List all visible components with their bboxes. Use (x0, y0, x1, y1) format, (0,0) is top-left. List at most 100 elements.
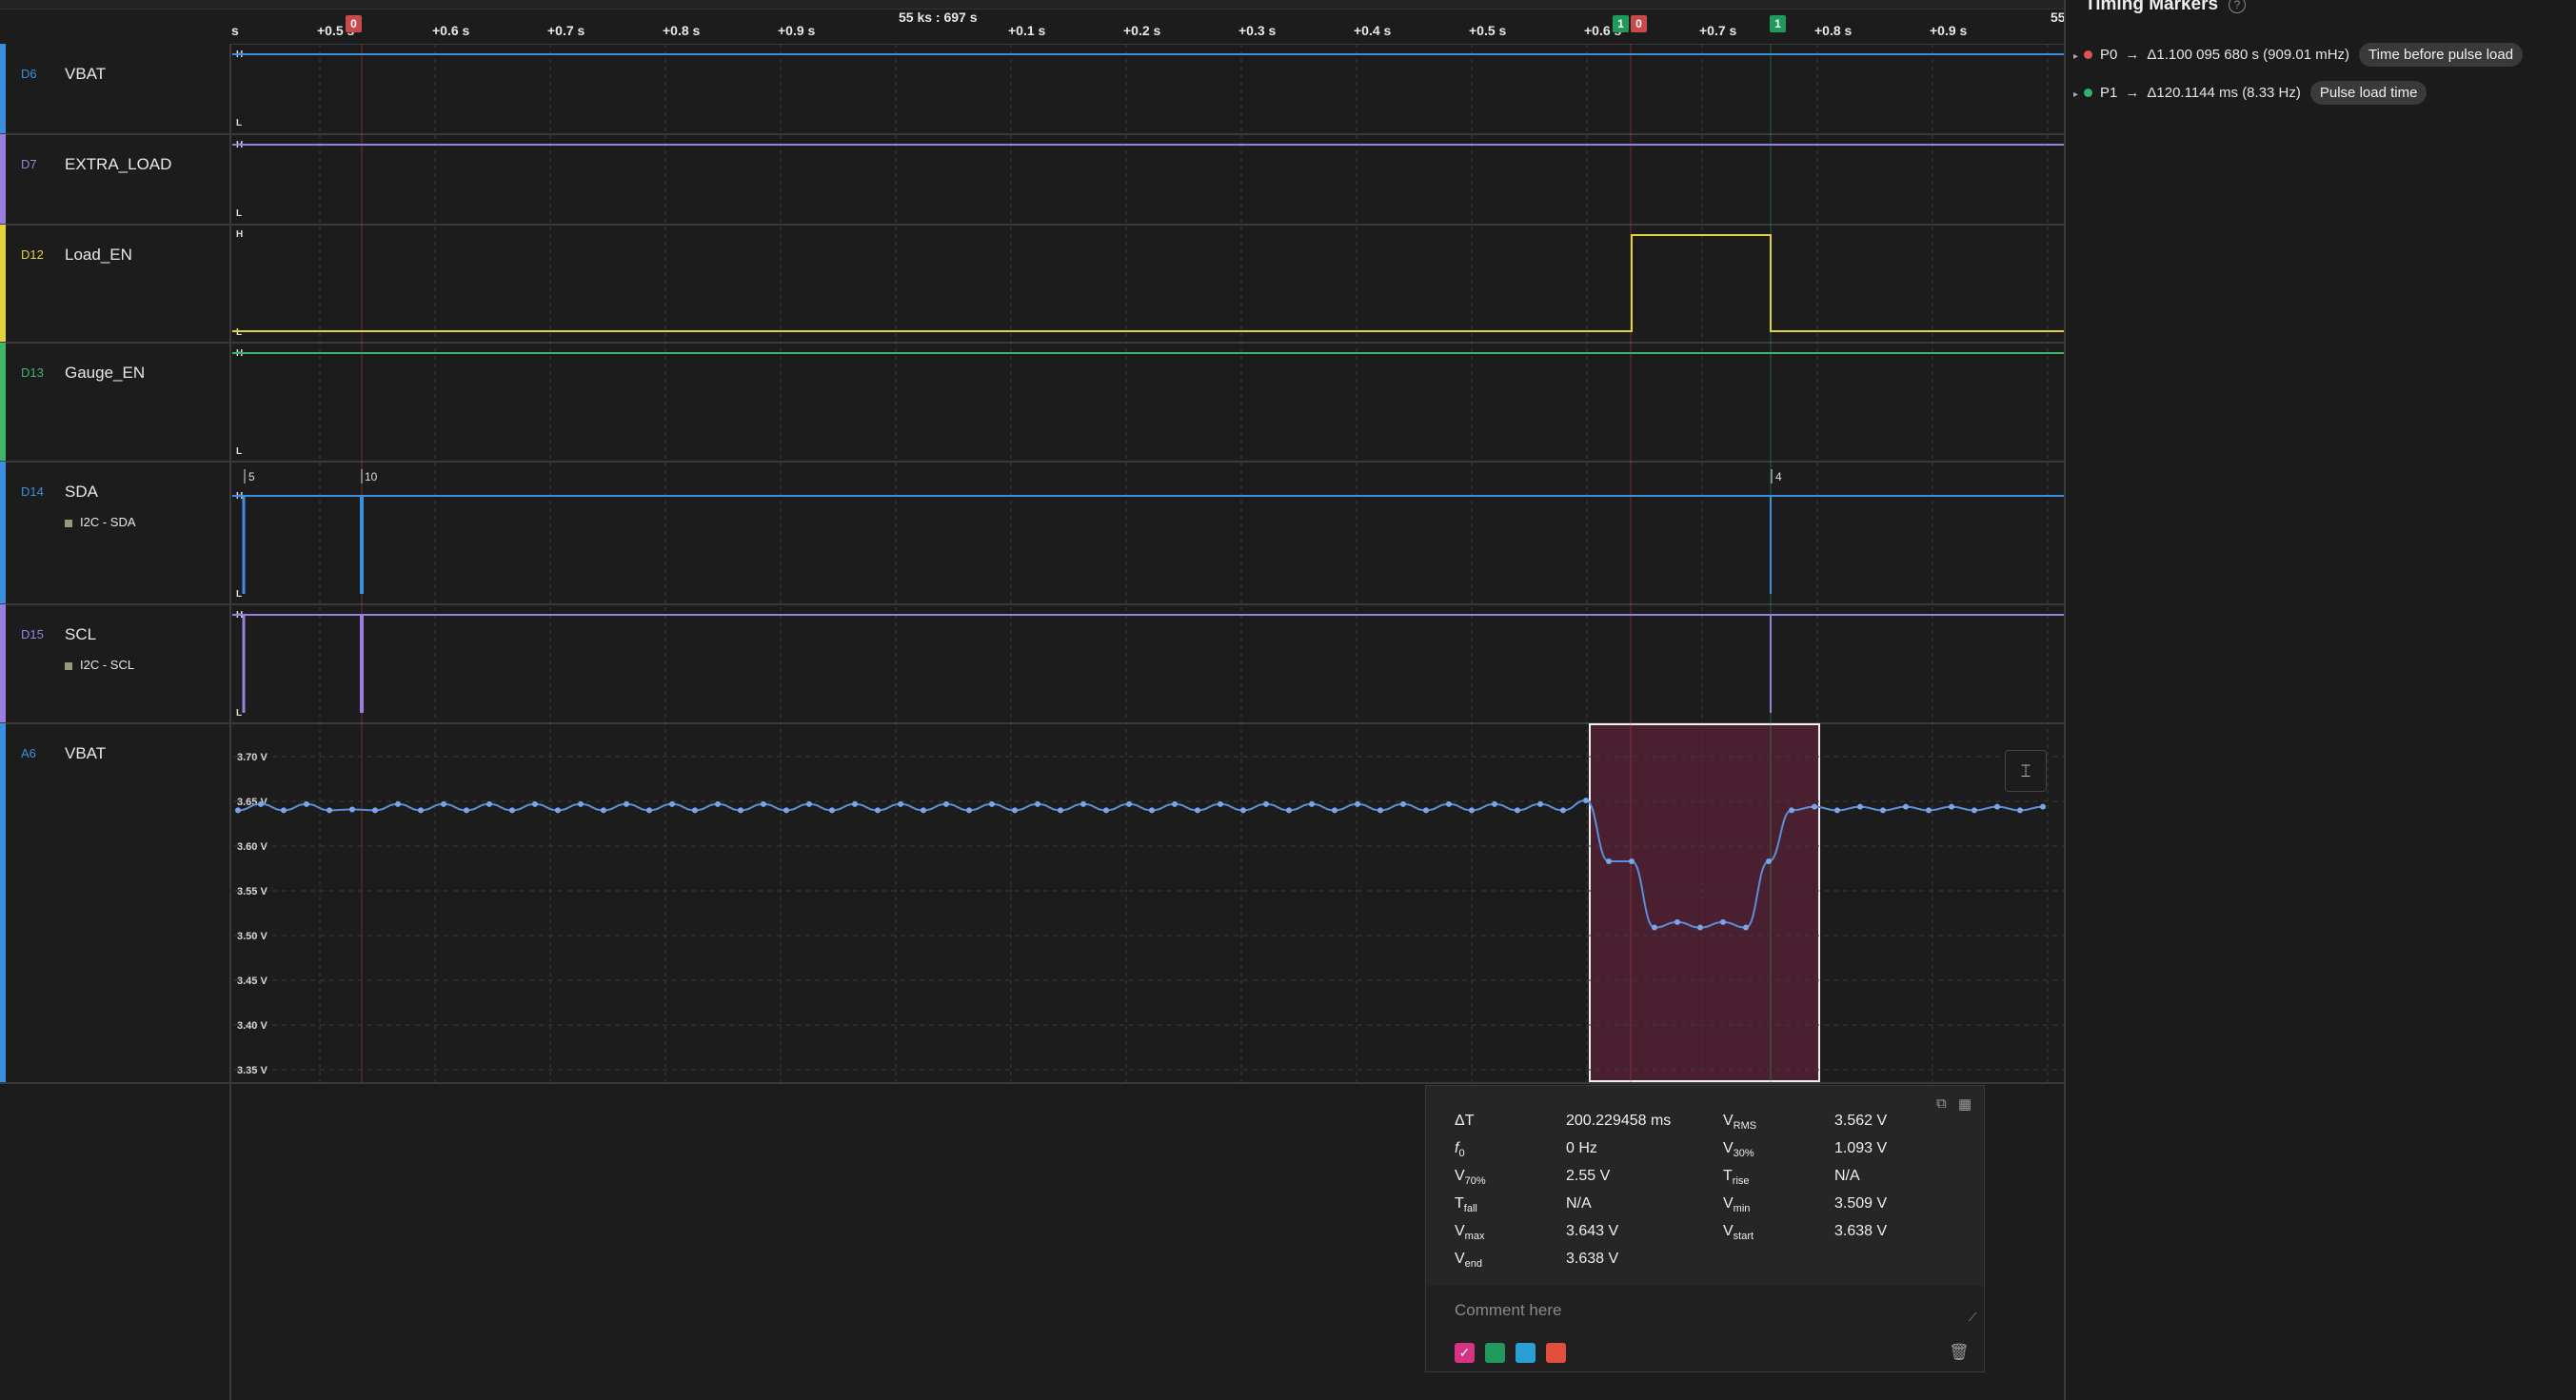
i2c-byte-label[interactable]: 5 (248, 470, 255, 483)
resize-handle-icon[interactable]: ⟋ (1969, 1311, 1976, 1325)
measure-value-v70: 2.55 V (1566, 1168, 1611, 1184)
y-tick-label: 3.45 V (237, 976, 268, 987)
measure-label-f0: f0 (1455, 1140, 1465, 1160)
marker-delta: Δ120.1144 ms (8.33 Hz) (2147, 85, 2301, 101)
low-level-label: L (236, 327, 242, 338)
measure-label-delta-t: ΔT (1455, 1113, 1475, 1129)
sample-point (1195, 807, 1200, 814)
i2c-packet-markers[interactable]: 5 10 4 (244, 469, 1782, 483)
timing-marker-row-p1[interactable]: ▸ P1 → Δ120.1144 ms (8.33 Hz) Pulse load tim… (2073, 81, 2427, 105)
sample-point (1629, 858, 1635, 864)
sample-point (1834, 807, 1840, 814)
sample-point (1012, 807, 1018, 814)
fit-vertical-button[interactable]: ⌶ (2005, 750, 2047, 792)
marker-tag[interactable]: Pulse load time (2309, 81, 2427, 105)
measure-value-vmax: 3.643 V (1566, 1223, 1619, 1239)
d15-trace[interactable] (232, 614, 2064, 713)
sample-point (2040, 803, 2046, 810)
marker-color-dot (2084, 89, 2093, 97)
sample-point (943, 800, 949, 807)
sample-point (532, 800, 538, 807)
sample-point (1492, 800, 1497, 807)
sample-point (349, 806, 355, 813)
sample-point (1674, 918, 1680, 925)
measure-label-trise: Trise (1723, 1168, 1750, 1188)
copy-icon[interactable]: ⧉ (1936, 1095, 1947, 1112)
comment-area[interactable]: Comment here ✓ 🗑 ⟋ (1426, 1286, 1984, 1371)
sample-point (372, 807, 378, 814)
sample-point (486, 800, 492, 807)
sample-point (1218, 800, 1223, 807)
high-level-label: H (236, 229, 243, 240)
sample-point (806, 800, 812, 807)
sample-point (464, 807, 469, 814)
trash-icon[interactable]: 🗑 (1949, 1343, 1970, 1362)
color-swatch-green[interactable] (1485, 1343, 1505, 1363)
marker-name: P0 (2100, 47, 2118, 63)
measure-value-trise: N/A (1834, 1168, 1860, 1184)
sample-point (715, 800, 721, 807)
sample-point (1972, 807, 1977, 814)
sample-point (1652, 924, 1657, 931)
sample-point (1949, 803, 1954, 810)
sample-point (1286, 807, 1292, 814)
sample-point (669, 800, 675, 807)
color-swatch-blue[interactable] (1516, 1343, 1536, 1363)
y-tick-label: 3.35 V (237, 1065, 268, 1076)
measurement-panel: ⧉ ▦ ΔT 200.229458 ms f0 0 Hz V70% 2.55 V… (1425, 1085, 1985, 1372)
sample-point (875, 807, 881, 814)
sample-point (1606, 858, 1612, 864)
low-level-label: L (236, 589, 242, 600)
y-tick-label: 3.50 V (237, 931, 268, 942)
sample-point (1697, 924, 1703, 931)
sample-point (395, 800, 401, 807)
sample-point (1035, 800, 1040, 807)
sample-point (624, 800, 629, 807)
sample-point (1994, 803, 2000, 810)
sample-point (1515, 807, 1520, 814)
sample-point (738, 807, 743, 814)
sample-point (1880, 807, 1886, 814)
sample-point (578, 800, 584, 807)
i2c-byte-label[interactable]: 4 (1775, 470, 1782, 483)
sample-point (304, 800, 309, 807)
measure-value-tfall: N/A (1566, 1195, 1592, 1212)
sample-point (1149, 807, 1155, 814)
sample-point (1766, 858, 1772, 864)
sample-point (692, 807, 698, 814)
sample-point (509, 807, 515, 814)
sample-point (1743, 924, 1749, 931)
d12-trace[interactable] (232, 234, 2064, 332)
clipboard-icon[interactable]: ▦ (1958, 1095, 1972, 1113)
sample-point (1080, 800, 1086, 807)
measure-value-vstart: 3.638 V (1834, 1223, 1888, 1239)
sample-point (783, 807, 789, 814)
low-level-label: L (236, 708, 242, 719)
sample-point (1812, 803, 1817, 810)
sample-point (646, 807, 652, 814)
timing-markers-panel: Timing Markers ? ▸ P0 → Δ1.100 095 680 s (9… (2066, 0, 2576, 1400)
expand-chevron-icon[interactable]: ▸ (2073, 89, 2078, 100)
measurement-selection[interactable] (1589, 723, 1820, 1082)
low-level-label: L (236, 118, 242, 128)
marker-name: P1 (2100, 85, 2118, 101)
expand-chevron-icon[interactable]: ▸ (2073, 51, 2078, 62)
color-swatch-red[interactable] (1546, 1343, 1566, 1363)
measure-label-tfall: Tfall (1455, 1195, 1477, 1215)
sample-point (1172, 800, 1178, 807)
sample-point (898, 800, 903, 807)
y-tick-label: 3.40 V (237, 1020, 268, 1032)
color-swatch-pink-checked[interactable]: ✓ (1455, 1343, 1475, 1363)
help-icon[interactable]: ? (2229, 0, 2246, 13)
marker-tag[interactable]: Time before pulse load (2359, 43, 2524, 67)
measure-value-f0: 0 Hz (1566, 1140, 1597, 1156)
sample-point (1469, 807, 1475, 814)
comment-input[interactable]: Comment here (1455, 1301, 1561, 1320)
arrow-right-icon: → (2125, 47, 2140, 63)
i2c-byte-label[interactable]: 10 (365, 470, 378, 483)
d14-trace[interactable] (232, 495, 2064, 594)
measure-label-v30: V30% (1723, 1140, 1754, 1160)
measure-value-vmin: 3.509 V (1834, 1195, 1888, 1212)
measure-label-vrms: VRMS (1723, 1113, 1757, 1133)
timing-marker-row-p0[interactable]: ▸ P0 → Δ1.100 095 680 s (909.01 mHz) Time be… (2073, 43, 2524, 67)
